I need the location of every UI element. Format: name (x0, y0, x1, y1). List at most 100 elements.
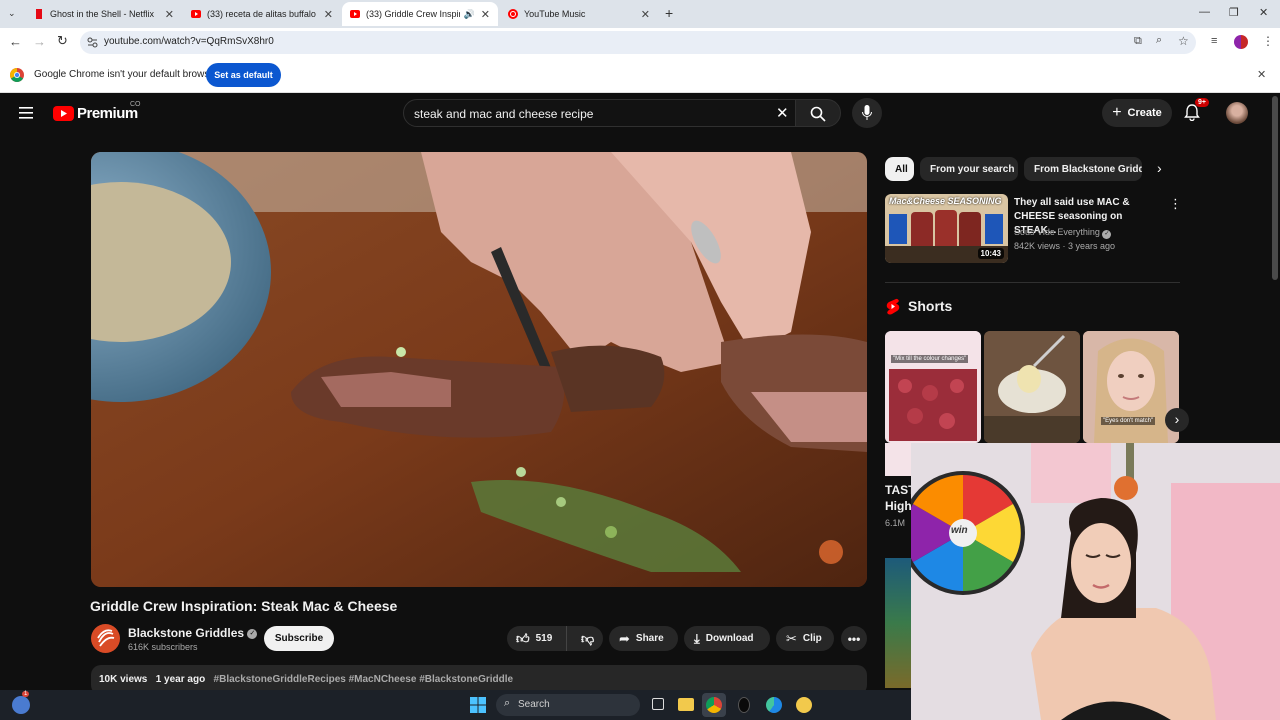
hamburger-menu-icon[interactable] (19, 107, 33, 119)
taskbar-search[interactable]: ⌕ Search (496, 694, 640, 716)
create-button[interactable]: + Create (1102, 99, 1172, 127)
speaker-icon[interactable]: 🔊 (464, 9, 475, 20)
like-count: 519 (535, 633, 553, 644)
short-caption: "Eyes don't match" (1101, 417, 1156, 425)
site-info-icon[interactable] (87, 37, 98, 48)
close-tab-icon[interactable]: ✕ (165, 8, 174, 21)
short-item[interactable] (984, 331, 1080, 443)
account-avatar[interactable] (1226, 102, 1248, 124)
set-as-default-button[interactable]: Set as default (206, 63, 281, 87)
plus-icon: + (1112, 104, 1122, 121)
profile-avatar[interactable] (1234, 35, 1248, 49)
reload-icon[interactable]: ↻ (57, 33, 68, 49)
download-button[interactable]: ⤓ Download (684, 626, 770, 651)
clear-search-icon[interactable]: ✕ (776, 104, 789, 122)
chrome-logo-icon (10, 68, 24, 82)
recommendation-thumbnail[interactable]: Mac&Cheese SEASONING 10:43 (885, 194, 1008, 263)
edge-icon[interactable] (766, 697, 782, 713)
view-count: 10K views (99, 674, 148, 685)
cast-icon[interactable]: ⧉ (1134, 35, 1142, 48)
notification-badge: 9+ (1195, 98, 1209, 107)
video-player[interactable] (91, 152, 867, 587)
chip-next-icon[interactable]: › (1157, 160, 1162, 176)
close-tab-icon[interactable]: ✕ (324, 8, 333, 21)
video-frame (91, 152, 867, 587)
tab-griddle[interactable]: (33) Griddle Crew Inspiratio 🔊 ✕ (342, 2, 498, 26)
chrome-menu-icon[interactable]: ⋮ (1262, 34, 1274, 48)
search-icon: ⌕ (504, 697, 511, 709)
tab-search-icon[interactable]: ⌄ (8, 8, 16, 19)
page-scrollbar[interactable] (1272, 96, 1278, 280)
create-label: Create (1127, 107, 1162, 119)
short-item[interactable]: "Eyes don't match" (1083, 331, 1179, 443)
partial-card-title-2[interactable]: High (885, 499, 912, 513)
notifications-button[interactable]: 9+ (1184, 98, 1209, 126)
clip-label: Clip (802, 633, 822, 644)
video-title: Griddle Crew Inspiration: Steak Mac & Ch… (90, 598, 398, 614)
dislike-button[interactable]: 👎︎ (573, 626, 594, 651)
voice-search-button[interactable] (852, 98, 882, 128)
back-icon[interactable]: ← (9, 34, 22, 49)
search-box[interactable]: steak and mac and cheese recipe ✕ (403, 99, 796, 127)
close-tab-icon[interactable]: ✕ (641, 8, 650, 21)
channel-name[interactable]: Blackstone Griddles ✓ (128, 626, 258, 640)
share-label: Share (635, 633, 664, 644)
shorts-heading: Shorts (908, 298, 953, 314)
zoom-icon[interactable]: ⌕ (1156, 34, 1162, 47)
verified-icon: ✓ (1102, 230, 1112, 239)
chip-all[interactable]: All (885, 157, 914, 181)
netflix-icon (36, 9, 42, 19)
more-horizontal-icon: ••• (847, 631, 861, 646)
youtube-icon (350, 10, 360, 18)
search-input[interactable]: steak and mac and cheese recipe (414, 107, 593, 121)
verified-icon: ✓ (247, 628, 258, 639)
more-actions-button[interactable]: ••• (841, 626, 867, 651)
alien-app-icon[interactable] (738, 697, 750, 713)
like-button[interactable]: 👍︎ 519 (507, 626, 567, 651)
channel-name-text: Blackstone Griddles (128, 626, 245, 640)
minimize-icon[interactable]: — (1199, 6, 1210, 18)
new-tab-icon[interactable]: + (665, 5, 673, 21)
short-thumbnail (1083, 331, 1179, 443)
search-button[interactable] (795, 99, 841, 127)
task-view-icon[interactable] (652, 698, 664, 710)
address-bar[interactable]: youtube.com/watch?v=QqRmSvX8hr0 ⧉ ⌕ ☆ (80, 31, 1196, 54)
close-window-icon[interactable]: ✕ (1259, 6, 1268, 19)
bookmark-star-icon[interactable]: ☆ (1178, 34, 1189, 48)
close-infobar-icon[interactable]: ✕ (1257, 68, 1266, 81)
more-vertical-icon[interactable]: ⋮ (1169, 196, 1182, 212)
share-button[interactable]: ➦ Share (609, 626, 678, 651)
short-thumbnail (885, 331, 981, 443)
tab-title: YouTube Music (524, 9, 586, 19)
browser-toolbar: ← → ↻ youtube.com/watch?v=QqRmSvX8hr0 ⧉ … (0, 28, 1280, 57)
chrome-taskbar-icon[interactable] (702, 693, 726, 717)
blackstone-logo-icon (97, 629, 115, 647)
media-controls-icon[interactable]: ≡ (1211, 35, 1217, 47)
partial-card-thumbnail[interactable] (885, 558, 911, 688)
tab-receta[interactable]: (33) receta de alitas buffalo - Y ✕ (183, 2, 341, 26)
partial-card-thumbnail[interactable] (885, 443, 911, 476)
restore-icon[interactable]: ❐ (1229, 6, 1239, 19)
chip-from-your-search[interactable]: From your search (920, 157, 1018, 181)
tab-title: (33) Griddle Crew Inspiratio (366, 9, 460, 19)
windows-start-icon[interactable] (470, 697, 486, 713)
close-tab-icon[interactable]: ✕ (481, 8, 490, 21)
hashtags[interactable]: #BlackstoneGriddleRecipes #MacNCheese #B… (214, 674, 514, 685)
chip-from-blackstone[interactable]: From Blackstone Griddl (1024, 157, 1142, 181)
file-explorer-icon[interactable] (678, 698, 694, 711)
channel-avatar[interactable] (91, 624, 120, 653)
youtube-music-icon (508, 9, 518, 19)
subscribe-button[interactable]: Subscribe (264, 626, 334, 651)
recommendation-channel[interactable]: Sous Vide Everything ✓ (1014, 227, 1112, 239)
weather-widget-icon[interactable] (12, 696, 30, 714)
tab-youtube-music[interactable]: YouTube Music ✕ (500, 2, 658, 26)
app-icon[interactable] (796, 697, 812, 713)
tab-strip: ⌄ Ghost in the Shell - Netflix ✕ (33) re… (0, 0, 1280, 28)
tab-netflix[interactable]: Ghost in the Shell - Netflix ✕ (26, 2, 182, 26)
forward-icon[interactable]: → (33, 34, 46, 49)
shorts-next-button[interactable]: › (1165, 408, 1189, 432)
youtube-premium-logo[interactable]: Premium (53, 105, 138, 122)
short-item[interactable]: "Mix till the colour changes" (885, 331, 981, 443)
thumbs-up-icon: 👍︎ (516, 630, 530, 646)
clip-button[interactable]: ✂ Clip (776, 626, 834, 651)
